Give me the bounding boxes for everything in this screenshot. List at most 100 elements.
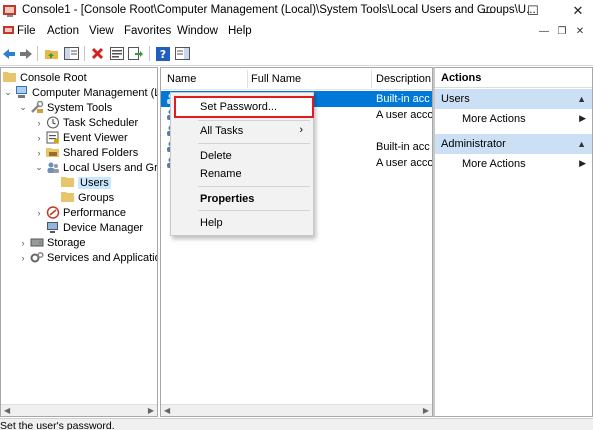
scroll-right-icon[interactable]: ▶ — [423, 406, 429, 415]
local-users-groups-icon — [46, 161, 60, 174]
chevron-right-icon[interactable]: › — [34, 208, 44, 218]
menu-item-all-tasks[interactable]: All Tasks — [200, 125, 243, 137]
title-bar: Console1 - [Console Root\Computer Manage… — [0, 0, 593, 22]
services-applications-icon — [30, 251, 44, 264]
folder-icon — [61, 191, 75, 204]
console-icon — [3, 5, 16, 17]
mdi-minimize-button[interactable]: — — [535, 24, 553, 39]
tree-item-event-viewer[interactable]: › Event Viewer — [34, 130, 128, 145]
actions-pane: Actions Users ▲ More Actions ▶ Administr… — [433, 67, 593, 417]
menu-item-rename[interactable]: Rename — [200, 168, 242, 180]
storage-icon — [30, 236, 44, 249]
maximize-button[interactable]: ☐ — [518, 0, 548, 22]
chevron-right-icon[interactable]: › — [34, 148, 44, 158]
scroll-left-icon[interactable]: ◀ — [164, 406, 170, 415]
chevron-down-icon[interactable]: ⌄ — [34, 162, 44, 173]
event-viewer-icon — [46, 131, 60, 144]
menu-separator — [198, 186, 310, 187]
delete-icon[interactable] — [89, 45, 106, 62]
more-actions-administrator[interactable]: More Actions — [462, 158, 526, 170]
menu-file[interactable]: File — [17, 25, 36, 37]
tree-item-system-tools[interactable]: ⌄ System Tools — [18, 100, 112, 115]
menu-action[interactable]: Action — [47, 25, 79, 37]
forward-icon[interactable] — [17, 45, 34, 62]
submenu-arrow-icon: ▶ — [579, 158, 586, 168]
menu-help[interactable]: Help — [228, 25, 252, 37]
menu-separator — [198, 210, 310, 211]
tree-item-performance[interactable]: › Performance — [34, 205, 126, 220]
minimize-button[interactable]: — — [473, 0, 503, 22]
performance-icon — [46, 206, 60, 219]
actions-section-administrator[interactable]: Administrator ▲ — [435, 134, 592, 154]
svg-text:?: ? — [159, 48, 165, 61]
actions-title: Actions — [435, 68, 592, 88]
folder-icon — [3, 71, 17, 84]
menu-item-help[interactable]: Help — [200, 217, 223, 229]
chevron-right-icon[interactable]: › — [34, 118, 44, 128]
tree-item-shared-folders[interactable]: › Shared Folders — [34, 145, 139, 160]
task-scheduler-icon — [46, 116, 60, 129]
show-action-pane-icon[interactable] — [174, 45, 191, 62]
column-header-name[interactable]: Name — [167, 73, 196, 85]
column-divider[interactable] — [247, 70, 248, 88]
chevron-right-icon[interactable]: › — [18, 238, 28, 248]
tree-item-console-root[interactable]: Console Root — [1, 70, 87, 85]
scroll-left-icon[interactable]: ◀ — [4, 406, 10, 415]
tree-item-device-manager[interactable]: Device Manager — [44, 220, 143, 235]
computer-management-icon — [15, 86, 29, 99]
chevron-down-icon[interactable]: ⌄ — [18, 102, 28, 113]
toolbar-separator — [37, 46, 38, 61]
menu-window[interactable]: Window — [177, 25, 218, 37]
export-list-icon[interactable] — [127, 45, 144, 62]
menu-item-delete[interactable]: Delete — [200, 150, 232, 162]
tree-item-services-and-applications[interactable]: › Services and Application — [18, 250, 158, 265]
collapse-up-icon[interactable]: ▲ — [577, 94, 586, 104]
actions-section-users[interactable]: Users ▲ — [435, 89, 592, 109]
folder-icon — [61, 176, 75, 189]
chevron-right-icon[interactable]: › — [18, 253, 28, 263]
submenu-arrow-icon: ▶ — [579, 113, 586, 123]
properties-icon[interactable] — [108, 45, 125, 62]
chevron-right-icon[interactable]: › — [34, 133, 44, 143]
mdi-controls: — ❐ ✕ — [535, 24, 589, 39]
menu-item-set-password[interactable]: Set Password... — [200, 101, 277, 113]
tree-item-local-users-and-groups[interactable]: ⌄ Local Users and Grou — [34, 160, 157, 175]
tree-item-task-scheduler[interactable]: › Task Scheduler — [34, 115, 138, 130]
menu-separator — [198, 120, 310, 121]
scroll-right-icon[interactable]: ▶ — [148, 406, 154, 415]
menu-view[interactable]: View — [89, 25, 114, 37]
menu-bar: File Action View Favorites Window Help — [0, 22, 593, 41]
tree-horizontal-scrollbar[interactable]: ◀ ▶ — [1, 404, 157, 416]
collapse-up-icon[interactable]: ▲ — [577, 139, 586, 149]
tree-item-computer-management[interactable]: ⌄ Computer Management (Lo — [3, 85, 157, 100]
toolbar-separator — [149, 46, 150, 61]
mdi-restore-button[interactable]: ❐ — [553, 24, 571, 39]
up-folder-icon[interactable] — [43, 45, 60, 62]
column-header-description[interactable]: Description — [376, 73, 431, 85]
list-horizontal-scrollbar[interactable]: ◀ ▶ — [161, 404, 432, 416]
chevron-down-icon[interactable]: ⌄ — [3, 87, 13, 98]
shared-folders-icon — [46, 146, 60, 159]
context-menu: Set Password... All Tasks › Delete Renam… — [170, 92, 314, 236]
mdi-close-button[interactable]: ✕ — [571, 24, 589, 39]
back-icon[interactable] — [0, 45, 17, 62]
tree-item-users[interactable]: Users — [61, 175, 111, 190]
column-divider[interactable] — [371, 70, 372, 88]
window-system-icon[interactable] — [3, 25, 15, 37]
system-tools-icon — [30, 100, 44, 114]
tree-item-storage[interactable]: › Storage — [18, 235, 86, 250]
list-header: Name Full Name Description — [161, 68, 432, 90]
tree-item-groups[interactable]: Groups — [61, 190, 114, 205]
show-hide-tree-icon[interactable] — [63, 45, 80, 62]
column-header-full-name[interactable]: Full Name — [251, 73, 301, 85]
more-actions-users[interactable]: More Actions — [462, 113, 526, 125]
close-button[interactable]: ✕ — [563, 0, 593, 22]
menu-favorites[interactable]: Favorites — [124, 25, 171, 37]
status-bar: Set the user's password. — [0, 418, 593, 430]
help-icon[interactable]: ? — [154, 45, 171, 62]
toolbar: ? — [0, 42, 593, 66]
window-title: Console1 - [Console Root\Computer Manage… — [22, 4, 536, 16]
status-text: Set the user's password. — [0, 420, 115, 430]
device-manager-icon — [46, 221, 60, 234]
menu-item-properties[interactable]: Properties — [200, 193, 254, 205]
